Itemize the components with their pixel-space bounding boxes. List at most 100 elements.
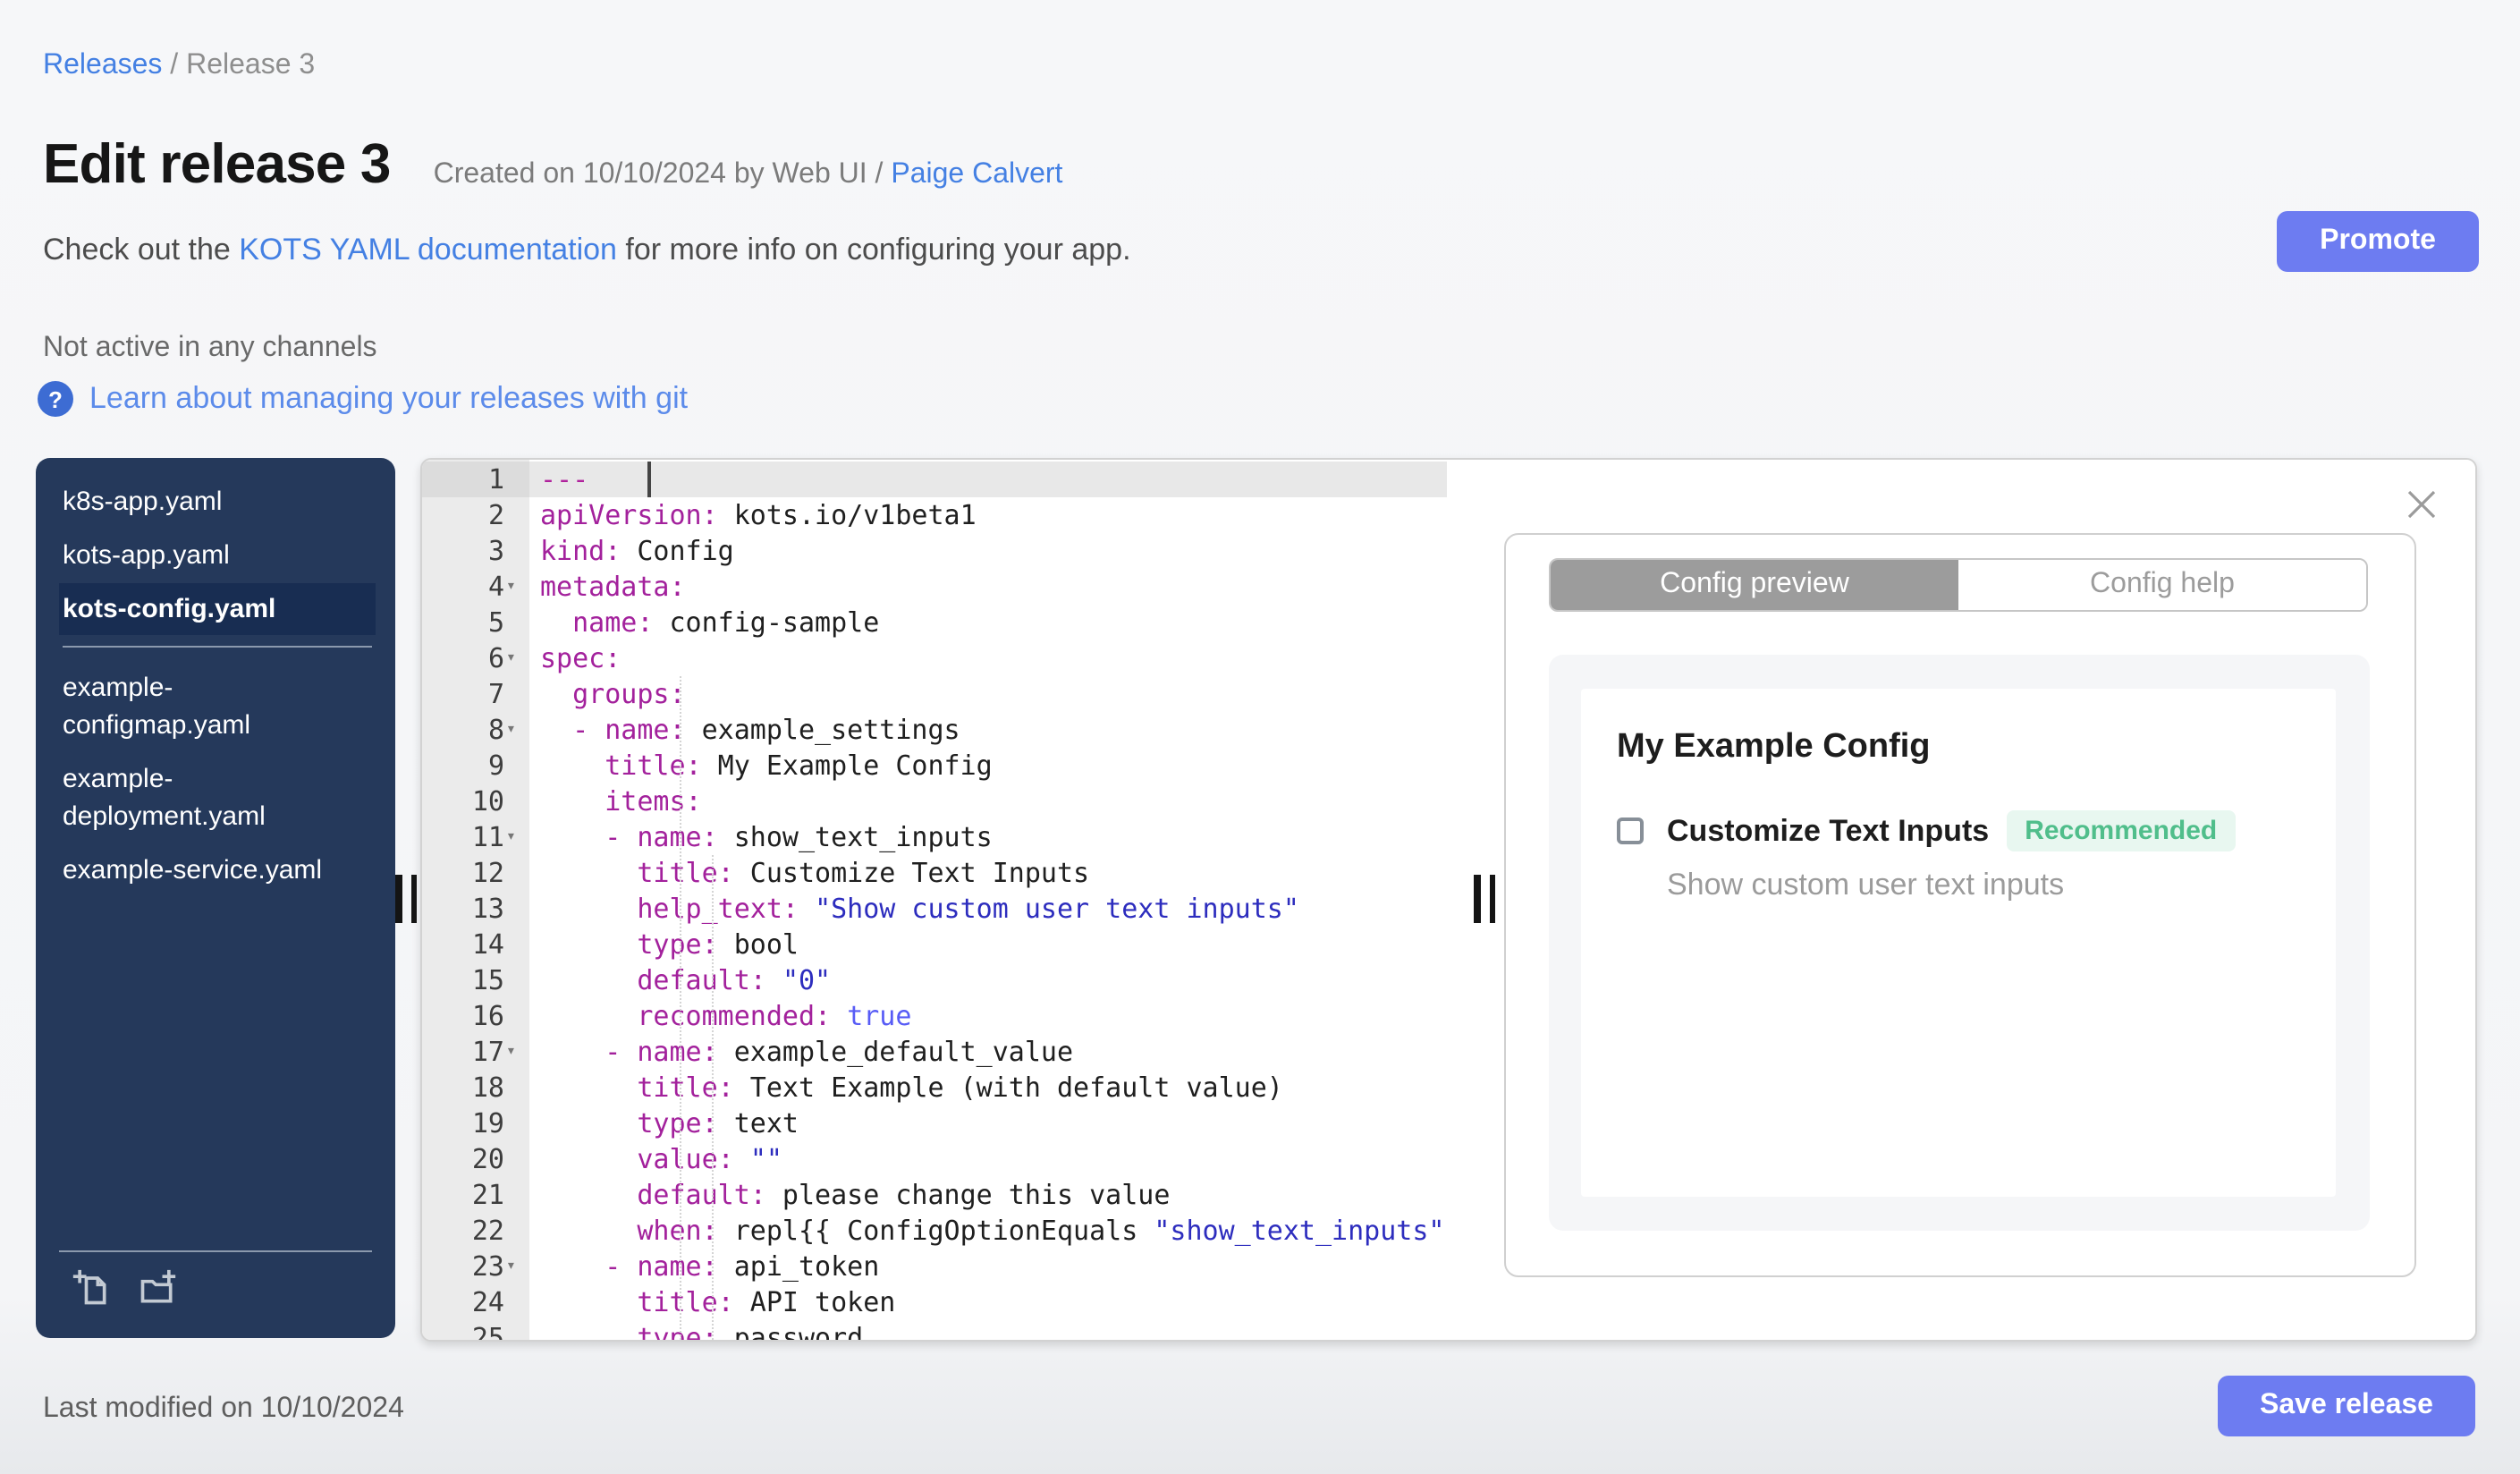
preview-tabs: Config preview Config help (1549, 558, 2368, 612)
breadcrumb-separator: / (162, 50, 187, 80)
gutter-line-number: 15 (471, 964, 504, 996)
created-author-link[interactable]: Paige Calvert (891, 159, 1062, 190)
sidebar-file-example-service.yaml[interactable]: example-service.yaml (59, 844, 345, 896)
gutter-line-number: 23 ▾ (422, 1249, 529, 1284)
gutter-line-number: 17 ▾ (422, 1034, 529, 1070)
git-help-link[interactable]: Learn about managing your releases with … (89, 381, 688, 417)
code-line[interactable]: --- (529, 462, 1447, 497)
sidebar-bottom (36, 1250, 395, 1338)
gutter-line-number: 19 (471, 1107, 504, 1139)
file-sidebar: k8s-app.yaml kots-app.yaml kots-config.yam… (36, 458, 395, 1338)
code-line[interactable]: title: API token (529, 1284, 1447, 1320)
sidebar-divider (63, 646, 372, 648)
code-line[interactable]: when: repl{{ ConfigOptionEquals "show_te… (529, 1213, 1447, 1249)
sidebar-file-example-configmap.yaml[interactable]: example-configmap.yaml (59, 662, 345, 751)
gutter-line-number: 14 (471, 928, 504, 961)
sidebar-file-kots-config.yaml[interactable]: kots-config.yaml (59, 583, 376, 635)
code-line[interactable]: title: Customize Text Inputs (529, 855, 1447, 891)
promote-button[interactable]: Promote (2277, 211, 2479, 272)
config-item-label: Customize Text Inputs (1667, 813, 1990, 847)
tab-config-preview[interactable]: Config preview (1551, 560, 1958, 610)
last-modified-text: Last modified on 10/10/2024 (43, 1394, 404, 1424)
code-line[interactable]: apiVersion: kots.io/v1beta1 (529, 497, 1447, 533)
channel-status: Not active in any channels (43, 333, 377, 363)
code-line[interactable]: - name: show_text_inputs (529, 819, 1447, 855)
fold-toggle-icon[interactable]: ▾ (506, 640, 528, 676)
code-line[interactable]: type: bool (529, 927, 1447, 962)
code-line[interactable]: - name: api_token (529, 1249, 1447, 1284)
gutter-line-number: 11 ▾ (422, 819, 529, 855)
docs-prefix: Check out the (43, 233, 240, 267)
code-line[interactable]: kind: Config (529, 533, 1447, 569)
customize-text-inputs-checkbox[interactable] (1617, 817, 1644, 844)
editor-gutter: 1 2 3 4 ▾ 5 6 ▾ 7 8 ▾ 9 10 11 ▾ 12 13 14 15 16 17 ▾ 18 19 20 21 22… (422, 460, 529, 1340)
docs-suffix: for more info on configuring your app. (616, 233, 1131, 267)
code-line[interactable]: groups: (529, 676, 1447, 712)
code-line[interactable]: name: config-sample (529, 605, 1447, 640)
fold-toggle-icon[interactable]: ▾ (506, 1034, 528, 1070)
question-icon: ? (38, 381, 73, 417)
breadcrumb-releases-link[interactable]: Releases (43, 50, 162, 80)
fold-toggle-icon[interactable]: ▾ (506, 712, 528, 748)
text-cursor (647, 462, 650, 497)
gutter-line-number: 22 (471, 1215, 504, 1247)
new-folder-icon[interactable] (136, 1268, 179, 1317)
code-line[interactable]: - name: example_default_value (529, 1034, 1447, 1070)
gutter-line-number: 4 ▾ (422, 569, 529, 605)
sidebar-file-kots-app.yaml[interactable]: kots-app.yaml (59, 529, 345, 581)
new-file-icon[interactable] (72, 1268, 111, 1317)
close-icon[interactable] (2407, 490, 2436, 519)
tab-config-help[interactable]: Config help (1958, 560, 2366, 610)
config-item-help-text: Show custom user text inputs (1667, 868, 2065, 902)
gutter-line-number: 8 ▾ (422, 712, 529, 748)
docs-line: Check out the KOTS YAML documentation fo… (43, 233, 1131, 268)
code-line[interactable]: type: text (529, 1106, 1447, 1141)
code-line[interactable]: default: please change this value (529, 1177, 1447, 1213)
editor-resize-handle[interactable] (1474, 875, 1501, 923)
sidebar-resize-handle[interactable] (395, 875, 422, 923)
kots-yaml-docs-link[interactable]: KOTS YAML documentation (239, 233, 617, 267)
git-help-row[interactable]: ? Learn about managing your releases wit… (38, 381, 688, 417)
gutter-line-number: 16 (471, 1000, 504, 1032)
gutter-line-number: 10 (471, 785, 504, 817)
save-release-button[interactable]: Save release (2218, 1376, 2475, 1436)
config-preview-card: Config preview Config help My Example Con… (1504, 533, 2416, 1277)
gutter-line-number: 13 (471, 893, 504, 925)
code-line[interactable]: items: (529, 784, 1447, 819)
gutter-line-number: 3 (487, 535, 504, 567)
indent-guide (680, 676, 681, 1340)
fold-toggle-icon[interactable]: ▾ (506, 569, 528, 605)
indent-guide (712, 855, 714, 1340)
code-line[interactable]: type: password (529, 1320, 1447, 1340)
gutter-line-number: 24 (471, 1286, 504, 1318)
code-line[interactable]: help_text: "Show custom user text inputs… (529, 891, 1447, 927)
config-group-title: My Example Config (1617, 728, 1931, 766)
breadcrumb: Releases / Release 3 (43, 50, 315, 82)
fold-toggle-icon[interactable]: ▾ (506, 819, 528, 855)
code-line[interactable]: title: Text Example (with default value) (529, 1070, 1447, 1106)
code-line[interactable]: default: "0" (529, 962, 1447, 998)
code-line[interactable]: title: My Example Config (529, 748, 1447, 784)
fold-toggle-icon[interactable]: ▾ (506, 1249, 528, 1284)
sidebar-file-k8s-app.yaml[interactable]: k8s-app.yaml (59, 476, 345, 528)
file-list: k8s-app.yaml kots-app.yaml kots-config.yam… (36, 458, 395, 1250)
sidebar-bottom-divider (59, 1250, 372, 1252)
gutter-line-number: 6 ▾ (422, 640, 529, 676)
gutter-line-number: 25 (471, 1322, 504, 1342)
code-editor[interactable]: --- apiVersion: kots.io/v1beta1 kind: Conf… (529, 460, 1447, 1340)
preview-area: Config preview Config help My Example Con… (1447, 460, 2475, 1340)
page-title: Edit release 3 (43, 132, 391, 195)
code-line[interactable]: metadata: (529, 569, 1447, 605)
recommended-badge: Recommended (2007, 810, 2236, 851)
gutter-line-number: 2 (487, 499, 504, 531)
code-line[interactable]: value: "" (529, 1141, 1447, 1177)
code-line[interactable]: recommended: true (529, 998, 1447, 1034)
code-line[interactable]: spec: (529, 640, 1447, 676)
gutter-line-number: 7 (487, 678, 504, 710)
code-line[interactable]: - name: example_settings (529, 712, 1447, 748)
page: Releases / Release 3 Edit release 3 Crea… (0, 0, 2520, 1474)
gutter-line-number: 1 (422, 462, 529, 497)
preview-content-section: My Example Config Customize Text Inputs … (1549, 655, 2370, 1231)
sidebar-file-example-deployment.yaml[interactable]: example-deployment.yaml (59, 753, 345, 843)
gutter-line-number: 21 (471, 1179, 504, 1211)
